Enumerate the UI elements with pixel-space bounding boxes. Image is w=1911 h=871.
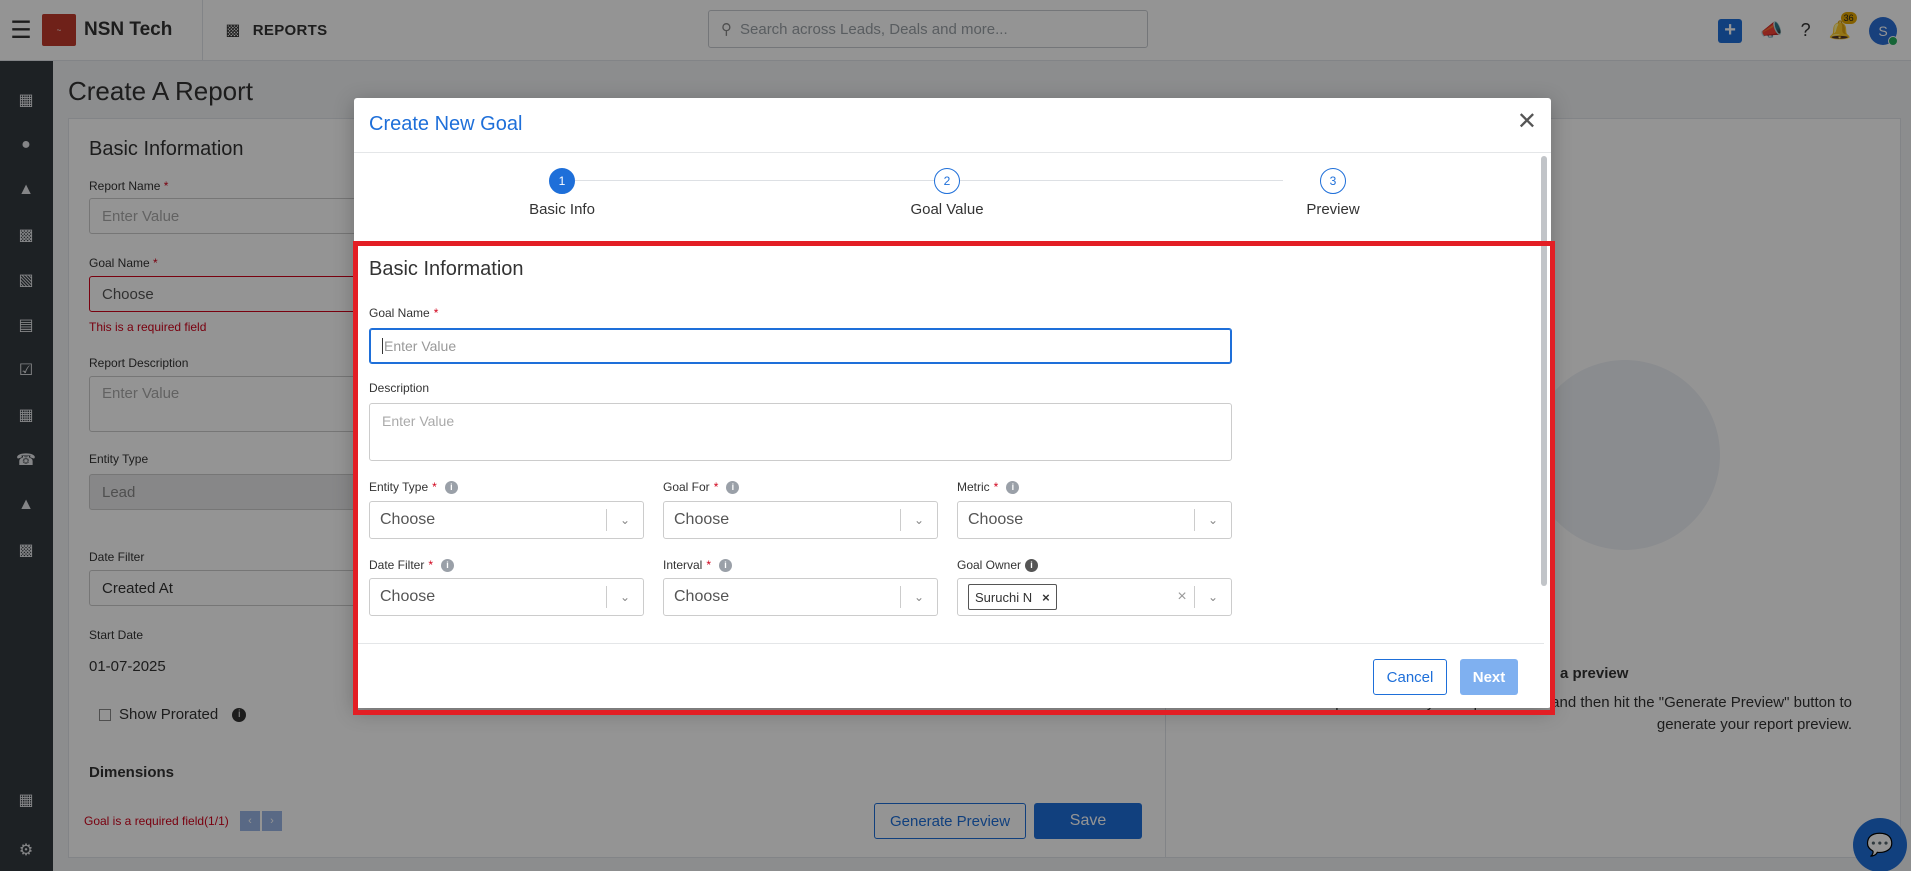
goal-for-label: Goal For * i xyxy=(663,480,740,494)
entity-type-label: Entity Type * i xyxy=(369,480,458,494)
chevron-down-icon[interactable]: ⌄ xyxy=(1195,590,1231,604)
modal-header: Create New Goal ✕ xyxy=(354,98,1551,153)
select-value: Choose xyxy=(968,511,1024,528)
create-goal-modal: Create New Goal ✕ 1 Basic Info 2 Goal Va… xyxy=(354,98,1551,708)
goal-name-input[interactable]: Enter Value xyxy=(369,328,1232,364)
step-goal-value[interactable]: 2 Goal Value xyxy=(847,168,1047,218)
chevron-down-icon[interactable]: ⌄ xyxy=(901,590,937,604)
step-label: Goal Value xyxy=(910,201,984,218)
info-icon: i xyxy=(1006,480,1020,494)
step-label: Basic Info xyxy=(529,201,595,218)
step-basic-info[interactable]: 1 Basic Info xyxy=(462,168,662,218)
select-value: Choose xyxy=(674,588,730,605)
tag-label: Suruchi N xyxy=(975,589,1033,605)
date-filter-select[interactable]: Choose ⌄ xyxy=(369,578,644,616)
stepper: 1 Basic Info 2 Goal Value 3 Preview xyxy=(354,154,1544,224)
next-button[interactable]: Next xyxy=(1460,659,1518,695)
step-number: 3 xyxy=(1320,168,1346,194)
form-section-title: Basic Information xyxy=(369,258,524,280)
modal-title: Create New Goal xyxy=(369,113,523,135)
interval-label: Interval * i xyxy=(663,558,733,572)
date-filter-label: Date Filter * i xyxy=(369,558,455,572)
close-icon[interactable]: ✕ xyxy=(1517,110,1537,134)
goal-owner-tag: Suruchi N × xyxy=(968,584,1057,610)
interval-select[interactable]: Choose ⌄ xyxy=(663,578,938,616)
step-preview[interactable]: 3 Preview xyxy=(1233,168,1433,218)
step-number: 1 xyxy=(549,168,575,194)
metric-select[interactable]: Choose ⌄ xyxy=(957,501,1232,539)
remove-tag-icon[interactable]: × xyxy=(1042,590,1050,605)
info-icon: i xyxy=(441,558,455,572)
goal-name-label: Goal Name * xyxy=(369,306,439,320)
cancel-button[interactable]: Cancel xyxy=(1373,659,1447,695)
goal-owner-label: Goal Owner i xyxy=(957,558,1039,572)
chevron-down-icon[interactable]: ⌄ xyxy=(607,513,643,527)
clear-icon[interactable]: × xyxy=(1170,588,1194,606)
goal-for-select[interactable]: Choose ⌄ xyxy=(663,501,938,539)
description-label: Description xyxy=(369,381,430,395)
goal-name-placeholder: Enter Value xyxy=(384,338,457,354)
metric-label: Metric * i xyxy=(957,480,1020,494)
info-icon: i xyxy=(719,558,733,572)
modal-footer: Cancel Next xyxy=(354,643,1544,708)
entity-type-select[interactable]: Choose ⌄ xyxy=(369,501,644,539)
chevron-down-icon[interactable]: ⌄ xyxy=(607,590,643,604)
info-icon: i xyxy=(1025,558,1039,572)
info-icon: i xyxy=(726,480,740,494)
step-number: 2 xyxy=(934,168,960,194)
description-textarea[interactable]: Enter Value xyxy=(369,403,1232,461)
step-label: Preview xyxy=(1306,201,1360,218)
info-icon: i xyxy=(444,480,458,494)
select-value: Choose xyxy=(380,588,436,605)
select-value: Choose xyxy=(674,511,730,528)
chevron-down-icon[interactable]: ⌄ xyxy=(901,513,937,527)
chevron-down-icon[interactable]: ⌄ xyxy=(1195,513,1231,527)
goal-owner-select[interactable]: Suruchi N × × ⌄ xyxy=(957,578,1232,616)
select-value: Choose xyxy=(380,511,436,528)
